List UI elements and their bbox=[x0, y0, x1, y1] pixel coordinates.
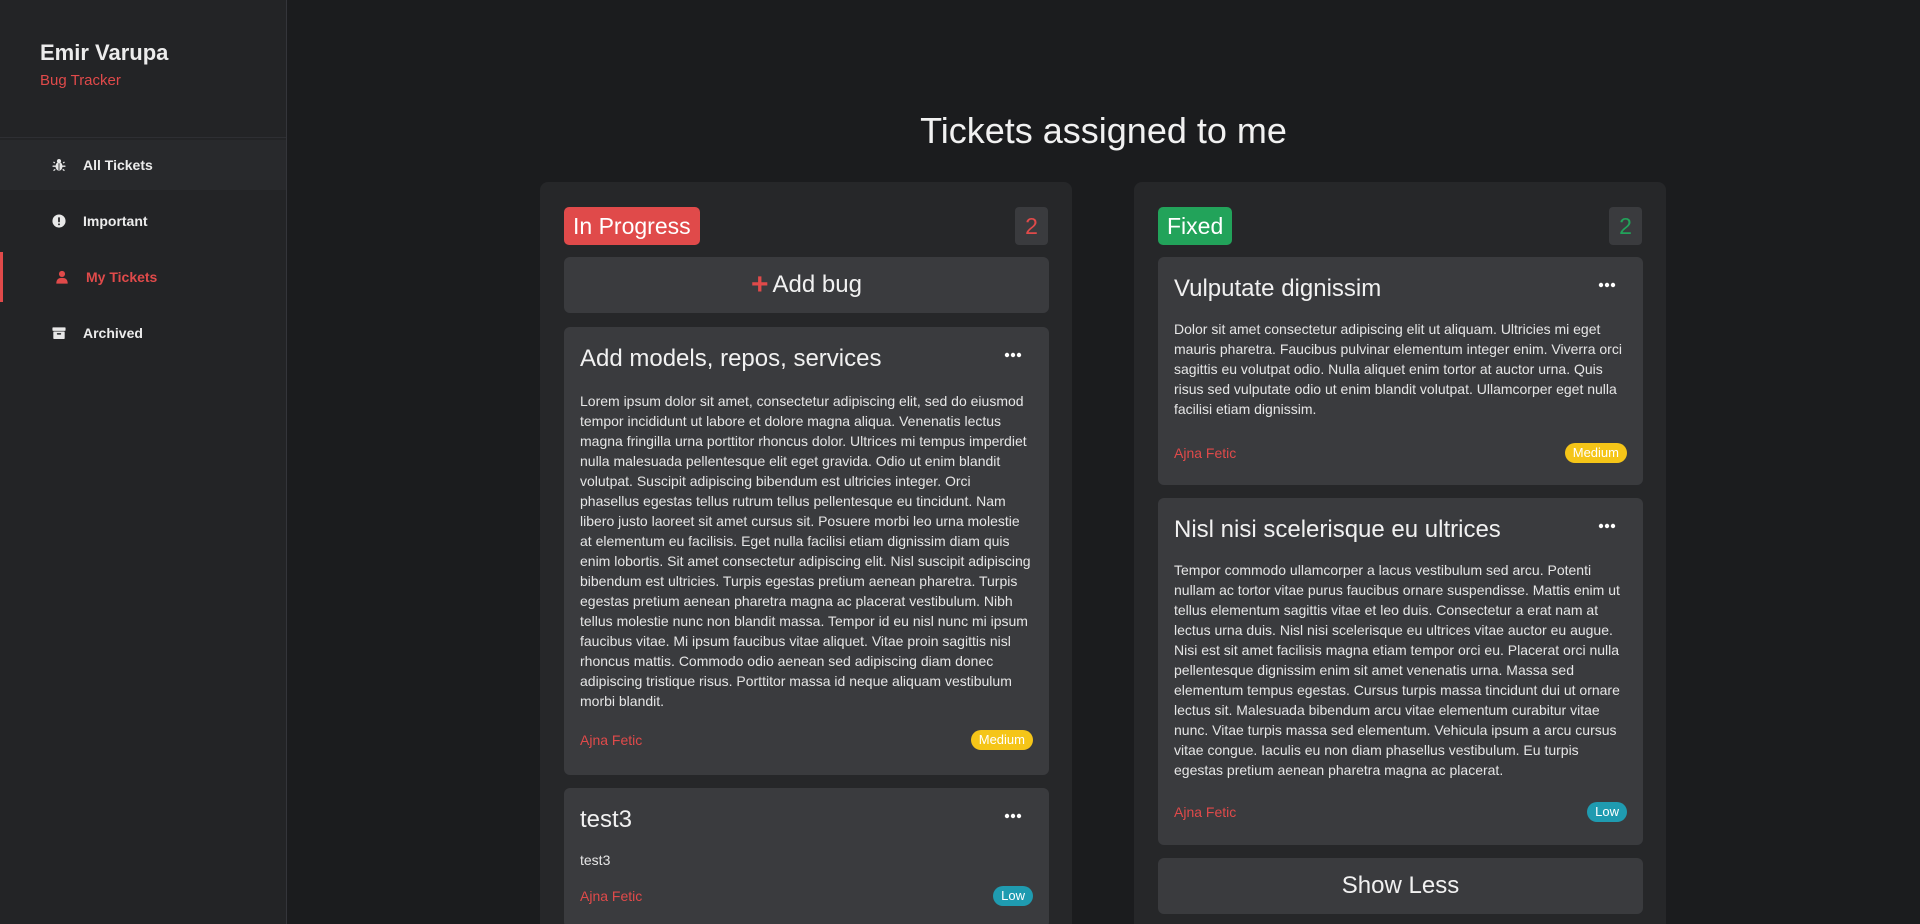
priority-badge: Low bbox=[993, 886, 1033, 906]
ticket-description: Dolor sit amet consectetur adipiscing el… bbox=[1174, 321, 1622, 417]
more-options-icon[interactable] bbox=[1003, 808, 1023, 819]
ticket-assignee[interactable]: Ajna Fetic bbox=[580, 888, 642, 904]
ticket-assignee[interactable]: Ajna Fetic bbox=[1174, 445, 1236, 461]
more-options-icon[interactable] bbox=[1597, 277, 1617, 288]
show-less-label: Show Less bbox=[1341, 872, 1460, 899]
ticket-description: Tempor commodo ullamcorper a lacus vesti… bbox=[1174, 562, 1620, 778]
brand-subtitle: Bug Tracker bbox=[40, 72, 121, 89]
ticket-description: Lorem ipsum dolor sit amet, consectetur … bbox=[580, 393, 1031, 709]
sidebar-item-important[interactable]: Important bbox=[0, 196, 286, 246]
sidebar-item-label: My Tickets bbox=[86, 269, 158, 285]
ticket-count: 2 bbox=[1609, 207, 1642, 245]
ticket-title: test3 bbox=[580, 806, 633, 833]
show-less-button[interactable]: Show Less bbox=[1158, 858, 1643, 914]
sidebar-item-label: All Tickets bbox=[83, 157, 153, 173]
ticket-description: test3 bbox=[580, 852, 611, 868]
column-in-progress: In Progress 2 + Add bug Add models, repo… bbox=[540, 182, 1072, 924]
ticket-card[interactable]: Nisl nisi scelerisque eu ultrices Tempor… bbox=[1158, 498, 1643, 845]
archive-icon bbox=[52, 326, 66, 340]
plus-icon: + bbox=[751, 268, 769, 301]
column-header: In Progress 2 bbox=[564, 207, 1048, 245]
bug-icon bbox=[52, 158, 66, 172]
ticket-card[interactable]: test3 test3 Ajna Fetic Low bbox=[564, 788, 1049, 924]
brand-name: Emir Varupa bbox=[40, 40, 169, 65]
sidebar-nav: All Tickets Important My Tickets Archive… bbox=[0, 140, 286, 358]
ticket-card[interactable]: Add models, repos, services Lorem ipsum … bbox=[564, 327, 1049, 775]
priority-badge: Medium bbox=[1564, 443, 1627, 463]
ticket-card[interactable]: Vulputate dignissim Dolor sit amet conse… bbox=[1158, 257, 1643, 485]
column-header: Fixed 2 bbox=[1158, 207, 1642, 245]
column-fixed: Fixed 2 Vulputate dignissim Dolor sit am… bbox=[1134, 182, 1666, 924]
sidebar-item-label: Important bbox=[83, 213, 148, 229]
ticket-assignee[interactable]: Ajna Fetic bbox=[1174, 804, 1236, 820]
add-bug-button[interactable]: + Add bug bbox=[564, 257, 1049, 313]
more-options-icon[interactable] bbox=[1003, 347, 1023, 358]
ticket-title: Nisl nisi scelerisque eu ultrices bbox=[1174, 516, 1501, 543]
ticket-title: Vulputate dignissim bbox=[1174, 275, 1382, 302]
status-tag-fixed: Fixed bbox=[1158, 207, 1233, 245]
status-tag-in-progress: In Progress bbox=[564, 207, 700, 245]
add-bug-label: Add bug bbox=[772, 271, 862, 298]
sidebar-item-label: Archived bbox=[83, 325, 143, 341]
ticket-assignee[interactable]: Ajna Fetic bbox=[580, 732, 642, 748]
priority-badge: Medium bbox=[970, 730, 1033, 750]
ticket-count: 2 bbox=[1015, 207, 1048, 245]
brand: Emir Varupa Bug Tracker bbox=[0, 0, 286, 138]
sidebar-item-my-tickets[interactable]: My Tickets bbox=[0, 252, 286, 302]
user-icon bbox=[55, 270, 69, 284]
sidebar-item-all-tickets[interactable]: All Tickets bbox=[0, 140, 286, 190]
priority-badge: Low bbox=[1587, 802, 1627, 822]
sidebar: Emir Varupa Bug Tracker All Tickets Impo… bbox=[0, 0, 287, 924]
ticket-title: Add models, repos, services bbox=[580, 345, 882, 372]
sidebar-item-archived[interactable]: Archived bbox=[0, 308, 286, 358]
exclamation-circle-icon bbox=[52, 214, 66, 228]
page-title: Tickets assigned to me bbox=[920, 110, 1287, 151]
more-options-icon[interactable] bbox=[1597, 518, 1617, 529]
